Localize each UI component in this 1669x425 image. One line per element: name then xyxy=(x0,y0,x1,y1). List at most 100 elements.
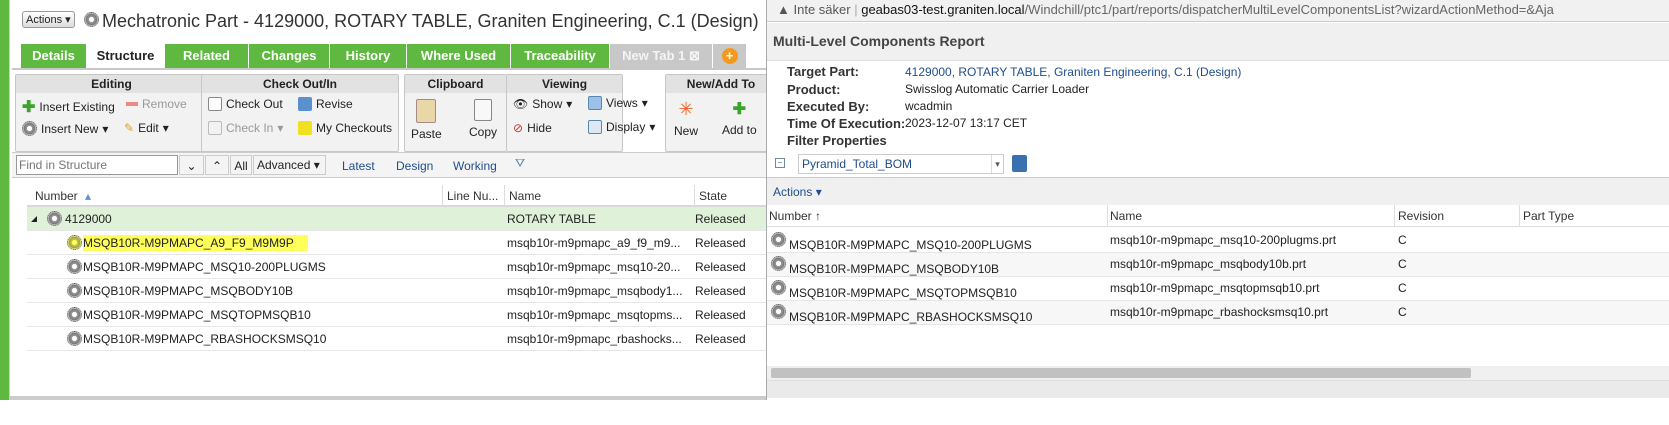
warning-icon: ▲ xyxy=(777,2,790,17)
report-footer xyxy=(767,380,1669,398)
table-row[interactable]: MSQB10R-M9PMAPC_MSQ10-200PLUGMS msqb10r-m… xyxy=(767,229,1669,253)
hide-button[interactable]: ⊘ Hide xyxy=(513,121,552,135)
edit-button[interactable]: ✎ Edit ▾ xyxy=(124,121,169,135)
tab-where-used[interactable]: Where Used xyxy=(407,44,510,68)
column-name[interactable]: Name xyxy=(1110,205,1395,227)
tab-history[interactable]: History xyxy=(330,44,406,68)
table-row[interactable]: MSQB10R-M9PMAPC_MSQTOPMSQB10 msqb10r-m9p… xyxy=(27,303,777,327)
find-in-structure-input[interactable] xyxy=(16,155,178,175)
table-row[interactable]: MSQB10R-M9PMAPC_MSQBODY10B msqb10r-m9pmap… xyxy=(767,253,1669,277)
check-out-button[interactable]: Check Out xyxy=(208,97,283,111)
find-all-button[interactable]: All xyxy=(230,155,252,175)
filter-select[interactable]: Pyramid_Total_BOM ▾ xyxy=(798,154,1004,174)
plus-circle-icon: + xyxy=(721,48,738,64)
gear-icon xyxy=(67,235,82,250)
new-add-group: New/Add To ✳ New ✚ Add to xyxy=(665,74,777,152)
checkouts-icon xyxy=(298,121,312,135)
collapse-icon[interactable]: − xyxy=(775,158,785,168)
sparkle-icon: ✳ xyxy=(678,99,694,119)
filter-properties-link[interactable]: Filter Properties xyxy=(787,133,887,148)
find-next-button[interactable]: ⌄ xyxy=(179,155,204,175)
gear-icon xyxy=(771,232,786,247)
gear-icon xyxy=(67,307,82,322)
design-link[interactable]: Design xyxy=(396,159,433,173)
gear-icon xyxy=(67,331,82,346)
actions-button[interactable]: Actions ▾ xyxy=(22,11,75,28)
tab-new-tab-1[interactable]: New Tab 1 ⊠ xyxy=(610,44,712,68)
structure-table-header: Number ▴ Line Nu... Name State xyxy=(27,185,777,207)
gear-icon xyxy=(771,304,786,319)
hide-eye-icon: ⊘ xyxy=(513,121,524,135)
insert-new-button[interactable]: Insert New ▾ xyxy=(22,121,108,136)
target-part-link[interactable]: 4129000, ROTARY TABLE, Graniten Engineer… xyxy=(905,65,1241,79)
gear-icon xyxy=(771,256,786,271)
tab-traceability[interactable]: Traceability xyxy=(511,44,609,68)
table-row[interactable]: MSQB10R-M9PMAPC_MSQ10-200PLUGMS msqb10r-… xyxy=(27,255,777,279)
tab-changes[interactable]: Changes xyxy=(249,44,329,68)
report-header: Multi-Level Components Report xyxy=(767,23,1669,61)
gear-icon xyxy=(67,259,82,274)
table-row[interactable]: MSQB10R-M9PMAPC_RBASHOCKSMSQ10 msqb10r-m… xyxy=(27,327,777,351)
close-tab-icon[interactable]: ⊠ xyxy=(689,48,700,63)
show-button[interactable]: 👁 Show ▾ xyxy=(513,97,572,111)
revise-button[interactable]: Revise xyxy=(298,97,353,111)
collapse-icon[interactable]: ◢ xyxy=(31,207,37,231)
column-number[interactable]: Number ↑ xyxy=(769,205,1108,227)
new-button[interactable]: ✳ New xyxy=(674,99,698,138)
actions-bar: Actions ▾ xyxy=(767,177,1669,205)
checkout-group: Check Out/In Check Out Revise Check In ▾… xyxy=(201,74,399,152)
clipboard-group: Clipboard Paste Copy xyxy=(404,74,507,152)
table-row[interactable]: MSQB10R-M9PMAPC_A9_F9_M9M9P msqb10r-m9pm… xyxy=(27,231,777,255)
insert-existing-button[interactable]: ✚ Insert Existing xyxy=(22,97,115,117)
scrollbar-thumb[interactable] xyxy=(771,368,1471,378)
column-number[interactable]: Number ▴ xyxy=(27,185,443,207)
display-button[interactable]: Display ▾ xyxy=(588,120,655,134)
eye-icon: 👁 xyxy=(513,97,529,111)
add-to-button[interactable]: ✚ Add to xyxy=(722,99,757,137)
column-state[interactable]: State xyxy=(695,185,777,207)
advanced-button[interactable]: Advanced ▾ xyxy=(253,155,326,175)
horizontal-scrollbar[interactable] xyxy=(767,366,1669,380)
tab-details[interactable]: Details xyxy=(21,44,86,68)
table-row[interactable]: MSQB10R-M9PMAPC_MSQBODY10B msqb10r-m9pma… xyxy=(27,279,777,303)
paste-button[interactable]: Paste xyxy=(411,99,442,141)
gear-icon xyxy=(47,211,62,226)
address-bar[interactable]: ▲ Inte säker | geabas03-test.graniten.lo… xyxy=(767,0,1669,22)
remove-button[interactable]: Remove xyxy=(126,97,187,111)
views-button[interactable]: Views ▾ xyxy=(588,96,648,110)
structure-window: Actions ▾ Mechatronic Part - 4129000, RO… xyxy=(0,0,777,400)
report-table-header: Number ↑ Name Revision Part Type xyxy=(767,205,1669,227)
pencil-icon: ✎ xyxy=(124,121,135,135)
filter-icon[interactable]: ⛛ xyxy=(515,156,525,171)
gear-icon xyxy=(22,121,37,136)
column-part-type[interactable]: Part Type xyxy=(1523,205,1574,227)
actions-menu[interactable]: Actions ▾ xyxy=(773,185,822,199)
revise-icon xyxy=(298,97,312,111)
add-tab-button[interactable]: + xyxy=(713,44,746,68)
report-window: ▲ Inte säker | geabas03-test.graniten.lo… xyxy=(766,0,1669,400)
part-gear-icon xyxy=(84,12,99,27)
sort-icon: ↑ xyxy=(815,209,822,223)
views-icon xyxy=(588,96,602,110)
table-row[interactable]: MSQB10R-M9PMAPC_RBASHOCKSMSQ10 msqb10r-m9… xyxy=(767,301,1669,325)
column-revision[interactable]: Revision xyxy=(1398,205,1520,227)
tab-structure[interactable]: Structure xyxy=(87,44,164,68)
table-row[interactable]: ◢ 4129000 ROTARY TABLE Released xyxy=(27,207,777,231)
table-row[interactable]: MSQB10R-M9PMAPC_MSQTOPMSQB10 msqb10r-m9pm… xyxy=(767,277,1669,301)
find-previous-button[interactable]: ⌃ xyxy=(205,155,229,175)
column-line-number[interactable]: Line Nu... xyxy=(443,185,505,207)
plus-icon: ✚ xyxy=(22,99,36,116)
column-name[interactable]: Name xyxy=(505,185,695,207)
tab-related-objects[interactable]: Related Objects xyxy=(165,44,248,87)
gear-icon xyxy=(771,280,786,295)
save-icon[interactable] xyxy=(1012,155,1027,172)
window-bottom-border xyxy=(10,396,776,400)
my-checkouts-button[interactable]: My Checkouts xyxy=(298,121,392,135)
divider xyxy=(12,68,777,70)
copy-button[interactable]: Copy xyxy=(469,99,497,139)
sort-asc-icon: ▴ xyxy=(85,189,92,203)
check-in-button[interactable]: Check In ▾ xyxy=(208,121,283,135)
working-link[interactable]: Working xyxy=(453,159,497,173)
latest-link[interactable]: Latest xyxy=(342,159,375,173)
editing-group: Editing ✚ Insert Existing Remove Insert N… xyxy=(15,74,208,152)
